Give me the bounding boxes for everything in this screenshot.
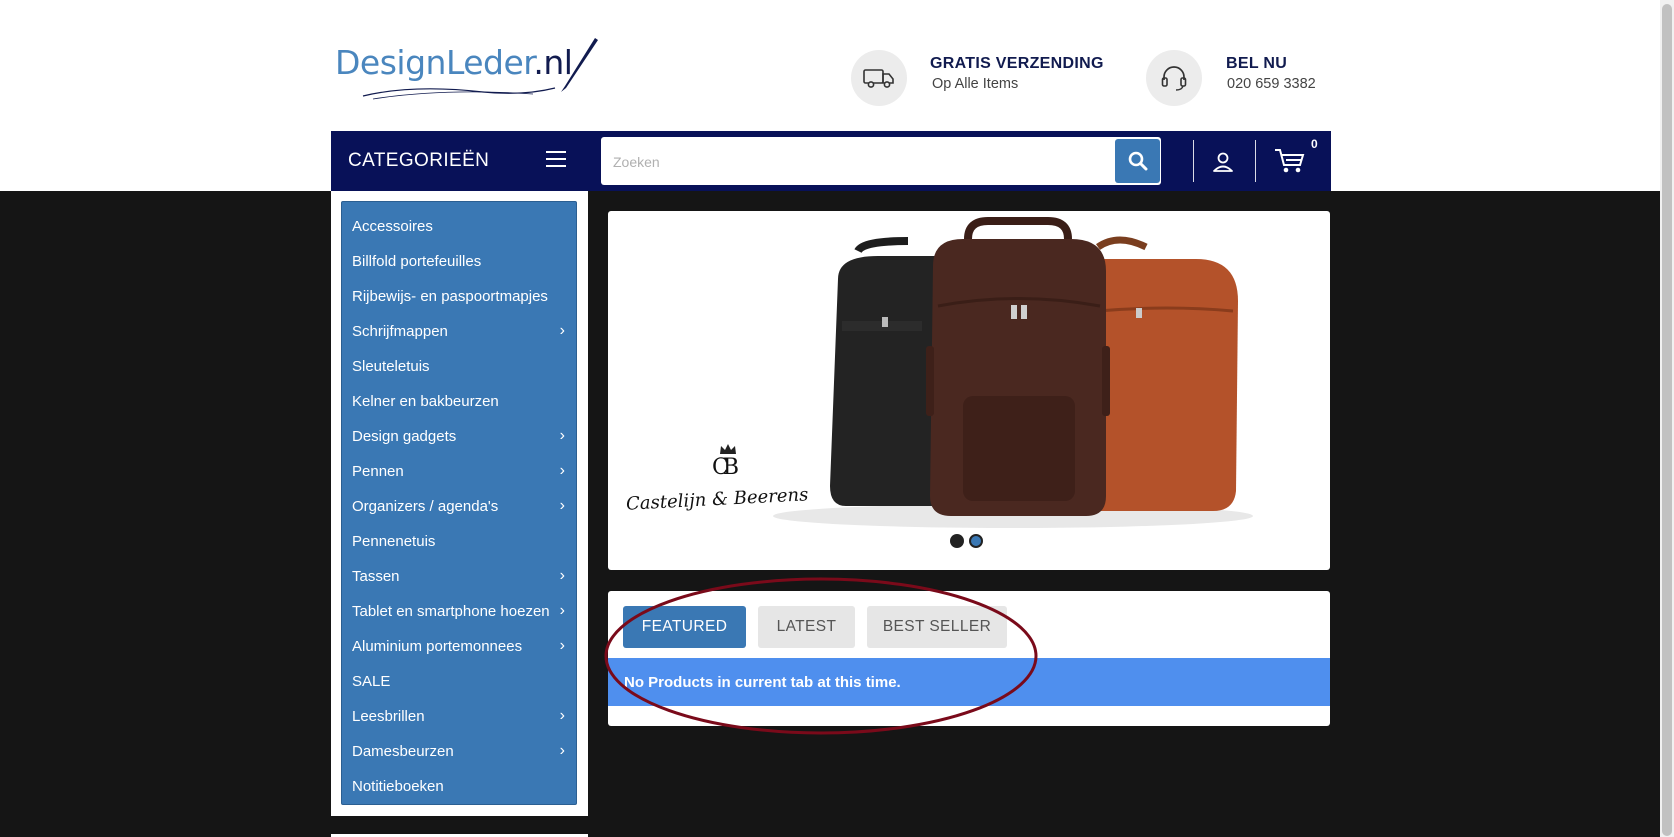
- user-account-button[interactable]: [1211, 150, 1235, 179]
- chevron-right-icon[interactable]: ›: [560, 707, 565, 725]
- chevron-right-icon[interactable]: ›: [560, 427, 565, 445]
- sidebar-item[interactable]: Billfold portefeuilles: [352, 246, 568, 276]
- chevron-right-icon[interactable]: ›: [560, 567, 565, 585]
- cart-icon: [1275, 149, 1305, 173]
- cart-count-badge: 0: [1311, 137, 1318, 151]
- slide-dot-2[interactable]: [969, 534, 983, 548]
- call-title: BEL NU: [1226, 55, 1288, 72]
- sidebar-item[interactable]: Rijbewijs- en paspoortmapjes: [352, 281, 568, 311]
- category-sidebar: Accessoires Billfold portefeuilles Rijbewi…: [341, 201, 577, 805]
- cart-button[interactable]: [1274, 147, 1306, 180]
- chevron-right-icon[interactable]: ›: [560, 742, 565, 760]
- sidebar-item[interactable]: Schrijfmappen ›: [352, 316, 568, 346]
- sidebar-item[interactable]: Pennenetuis: [352, 526, 568, 556]
- sidebar-item-label: Tassen: [352, 567, 400, 585]
- menu-icon[interactable]: [546, 151, 566, 167]
- sidebar-item-label: Aluminium portemonnees: [352, 637, 523, 655]
- scrollbar-thumb[interactable]: [1662, 4, 1672, 836]
- page-scrollbar[interactable]: [1660, 0, 1674, 837]
- sidebar-item[interactable]: Leesbrillen ›: [352, 701, 568, 731]
- brand-logo: CB Castelijn & Beerens: [626, 443, 826, 533]
- sidebar-item[interactable]: Kelner en bakbeurzen: [352, 386, 568, 416]
- sidebar-item[interactable]: Tablet en smartphone hoezen ›: [352, 596, 568, 626]
- crown-icon: [720, 444, 736, 454]
- sidebar-item[interactable]: Tassen ›: [352, 561, 568, 591]
- sidebar-item[interactable]: Pennen ›: [352, 456, 568, 486]
- sidebar-item-label: Sleuteletuis: [352, 357, 430, 375]
- sidebar-item-label: Rijbewijs- en paspoortmapjes: [352, 287, 548, 305]
- sidebar-item-label: Pennen: [352, 462, 404, 480]
- search-input[interactable]: [611, 137, 1065, 187]
- sidebar-item[interactable]: Aluminium portemonnees ›: [352, 631, 568, 661]
- site-logo[interactable]: DesignLeder.nl: [333, 36, 599, 104]
- navbar-divider: [1255, 140, 1256, 182]
- sidebar-item-label: Organizers / agenda's: [352, 497, 499, 515]
- sidebar-item[interactable]: Damesbeurzen ›: [352, 736, 568, 766]
- chevron-right-icon[interactable]: ›: [560, 602, 565, 620]
- chevron-right-icon[interactable]: ›: [560, 497, 565, 515]
- chevron-right-icon[interactable]: ›: [560, 322, 565, 340]
- sidebar-item-label: Accessoires: [352, 217, 433, 235]
- brand-script: Castelijn & Beerens: [625, 484, 809, 515]
- annotation-ellipse: [604, 577, 1038, 735]
- brand-monogram: CB: [712, 455, 739, 480]
- call-number[interactable]: 020 659 3382: [1227, 76, 1316, 92]
- user-icon: [1213, 152, 1233, 172]
- sidebar-item-label: Leesbrillen: [352, 707, 425, 725]
- sidebar-item-label: Design gadgets: [352, 427, 457, 445]
- sidebar-item-label: Pennenetuis: [352, 532, 436, 550]
- sidebar-item-label: Damesbeurzen: [352, 742, 454, 760]
- sidebar-item[interactable]: Notitieboeken: [352, 771, 568, 801]
- sidebar-item-label: Notitieboeken: [352, 777, 444, 795]
- slide-dot-1[interactable]: [950, 534, 964, 548]
- categories-title[interactable]: CATEGORIEËN: [348, 150, 489, 172]
- search-icon: [1128, 151, 1147, 171]
- sidebar-item[interactable]: Sleuteletuis: [352, 351, 568, 381]
- navbar-divider: [1193, 140, 1194, 182]
- search-box: [601, 137, 1161, 187]
- chevron-right-icon[interactable]: ›: [560, 637, 565, 655]
- sidebar-item-label: Schrijfmappen: [352, 322, 448, 340]
- hero-banner[interactable]: CB Castelijn & Beerens: [608, 211, 1330, 570]
- shipping-title: GRATIS VERZENDING: [930, 55, 1104, 72]
- shipping-subtitle: Op Alle Items: [932, 76, 1019, 92]
- sidebar-item-label: Kelner en bakbeurzen: [352, 392, 499, 410]
- sidebar-item-label: SALE: [352, 672, 391, 690]
- chevron-right-icon[interactable]: ›: [560, 462, 565, 480]
- sidebar-item[interactable]: Accessoires: [352, 211, 568, 241]
- sidebar-item[interactable]: SALE: [352, 666, 568, 696]
- sidebar-item[interactable]: Organizers / agenda's ›: [352, 491, 568, 521]
- pen-icon: [362, 38, 598, 100]
- sidebar-item[interactable]: Design gadgets ›: [352, 421, 568, 451]
- sidebar-item-label: Billfold portefeuilles: [352, 252, 482, 270]
- headset-icon: [1146, 50, 1202, 106]
- truck-icon: [851, 50, 907, 106]
- search-button[interactable]: [1115, 139, 1160, 183]
- sidebar-item-label: Tablet en smartphone hoezen: [352, 602, 550, 620]
